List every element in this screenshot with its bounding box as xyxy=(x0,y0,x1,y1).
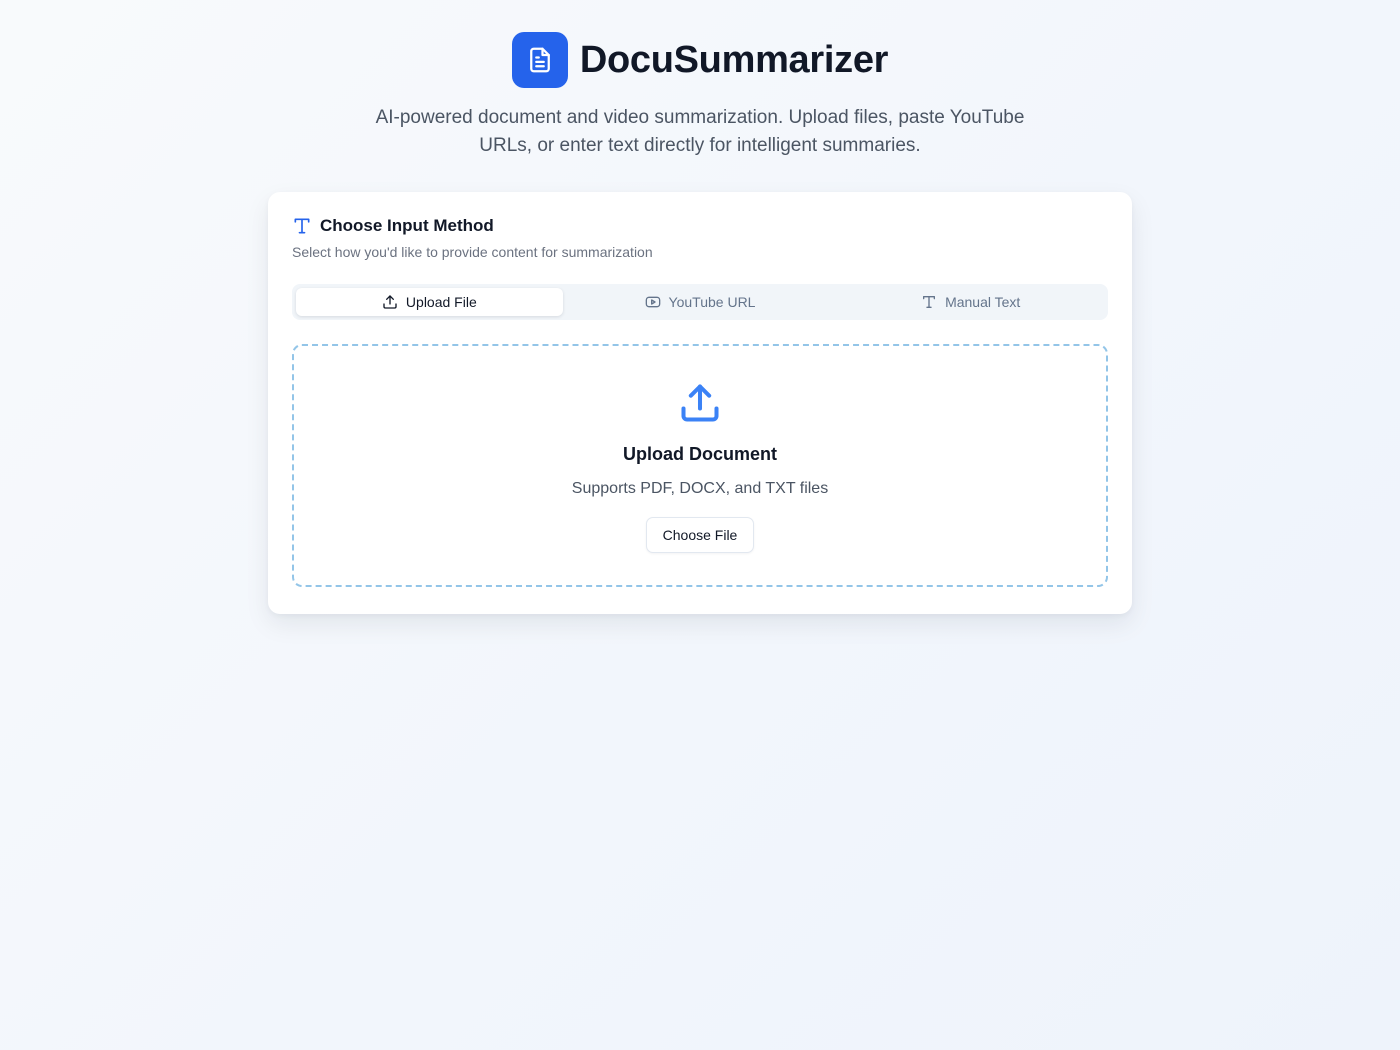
page-header: DocuSummarizer AI-powered document and v… xyxy=(0,32,1400,160)
text-icon xyxy=(921,294,937,310)
brand: DocuSummarizer xyxy=(511,32,889,88)
tab-upload-file[interactable]: Upload File xyxy=(296,288,563,316)
file-dropzone[interactable]: Upload Document Supports PDF, DOCX, and … xyxy=(292,344,1108,587)
document-icon xyxy=(511,32,568,88)
dropzone-title: Upload Document xyxy=(622,444,777,464)
input-method-card: Choose Input Method Select how you'd lik… xyxy=(268,192,1132,614)
choose-file-button[interactable]: Choose File xyxy=(645,517,755,553)
text-icon xyxy=(292,216,312,236)
input-method-tabs: Upload File YouTube URL Manual Text xyxy=(292,284,1108,320)
tab-label: Upload File xyxy=(405,294,477,310)
app-title: DocuSummarizer xyxy=(579,38,889,81)
dropzone-subtitle: Supports PDF, DOCX, and TXT files xyxy=(571,480,829,497)
tab-youtube-url[interactable]: YouTube URL xyxy=(567,288,834,316)
card-title: Choose Input Method xyxy=(320,216,494,235)
tab-label: Manual Text xyxy=(945,294,1021,310)
upload-icon xyxy=(382,294,398,310)
app-tagline: AI-powered document and video summarizat… xyxy=(375,107,1025,156)
card-header: Choose Input Method xyxy=(292,216,1108,236)
video-icon xyxy=(645,294,661,310)
tab-label: YouTube URL xyxy=(668,294,756,310)
card-subtitle: Select how you'd like to provide content… xyxy=(292,244,653,260)
tab-manual-text[interactable]: Manual Text xyxy=(837,288,1104,316)
upload-icon xyxy=(678,381,722,425)
